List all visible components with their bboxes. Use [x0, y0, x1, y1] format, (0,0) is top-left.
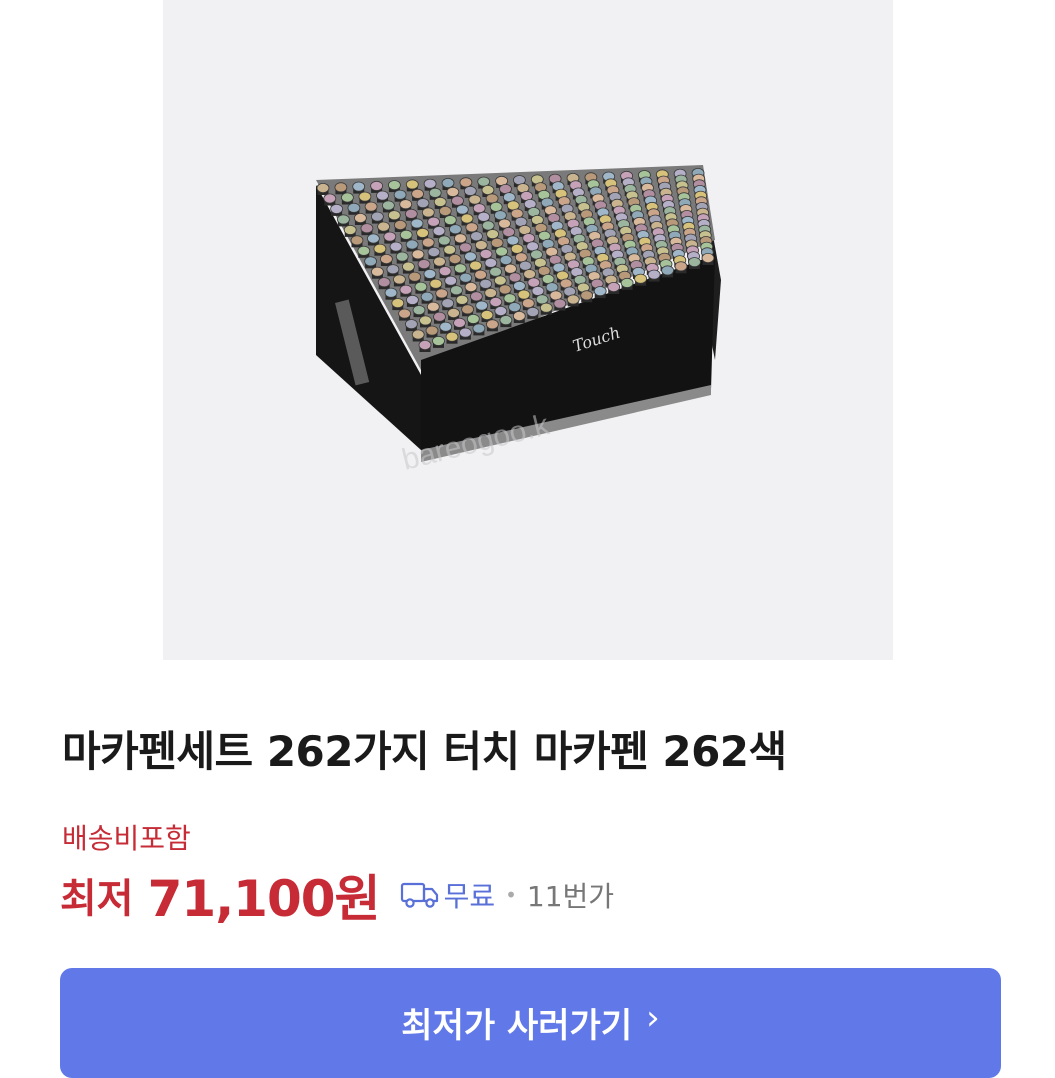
lowest-price-value: 71,100원: [147, 870, 381, 928]
seller-name: 11번가: [526, 880, 615, 913]
buy-lowest-price-button[interactable]: 최저가 사러가기 ›: [60, 968, 1001, 1078]
buy-button-label: 최저가 사러가기: [401, 1006, 633, 1046]
chevron-right-icon: ›: [646, 998, 660, 1038]
product-title: 마카펜세트 262가지 터치 마카펜 262색: [62, 727, 787, 776]
price-row: 최저 71,100원 무료 • 11번가: [60, 860, 614, 930]
product-image-area[interactable]: Touch bareogoo.k: [163, 0, 893, 660]
separator-dot: •: [505, 883, 517, 907]
truck-icon: [400, 880, 440, 910]
shipping-included-note: 배송비포함: [62, 822, 191, 855]
product-image: Touch bareogoo.k: [316, 165, 721, 477]
lowest-price-label: 최저: [60, 876, 134, 922]
free-shipping-label: 무료: [443, 880, 496, 913]
